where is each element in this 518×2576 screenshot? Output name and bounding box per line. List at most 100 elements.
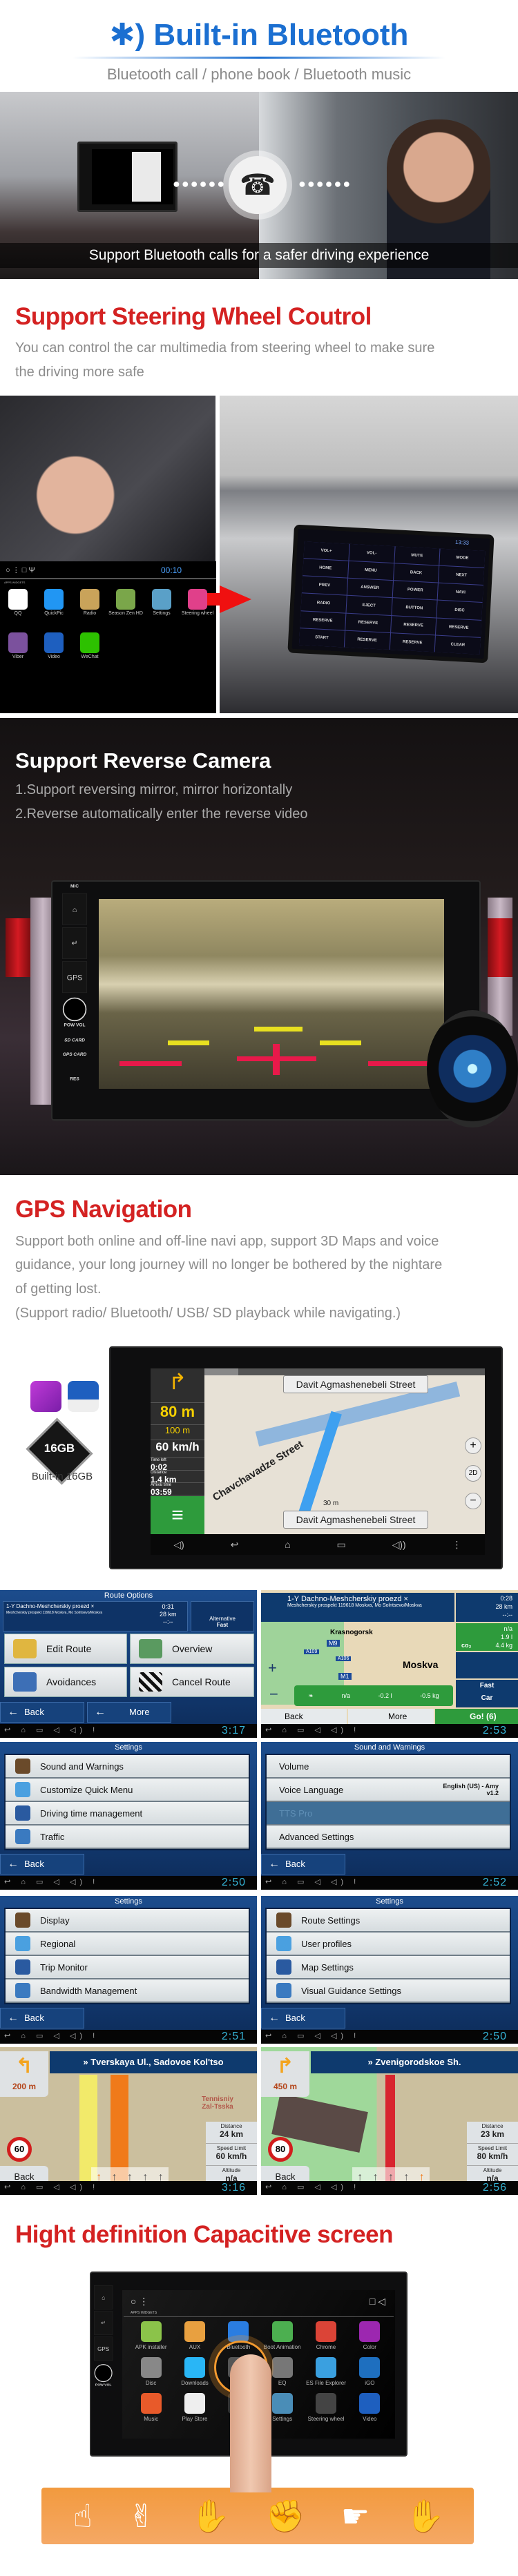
steering-key-button[interactable]: RESERVE (344, 630, 390, 650)
settings-list-item[interactable]: Trip Monitor (6, 1956, 249, 1979)
steering-key-button[interactable]: NAVI (437, 583, 483, 603)
avoidances-button[interactable]: Avoidances (4, 1667, 127, 1697)
app-icon-item[interactable]: Season Zen HD (108, 589, 144, 616)
home-button[interactable]: ⌂ (62, 893, 88, 925)
app-icon-item[interactable]: Downloads (173, 2357, 216, 2386)
steering-key-button[interactable]: BACK (393, 563, 439, 583)
app-icon-item[interactable]: Radio (72, 589, 108, 616)
route-mode-button[interactable]: Fast Car (456, 1680, 518, 1707)
settings-list-item[interactable]: Driving time management (6, 1802, 249, 1826)
nav-bar-button[interactable]: ▭ (337, 1539, 346, 1551)
steering-key-button[interactable]: CLEAR (434, 635, 481, 655)
settings-list-item[interactable]: Visual Guidance Settings (267, 1979, 510, 2003)
gps-card-slot[interactable]: GPS CARD (62, 1052, 87, 1056)
app-icon-item[interactable]: QQ (0, 589, 36, 616)
app-icon-item[interactable]: Play Store (173, 2393, 216, 2422)
settings-list-item[interactable]: Regional (6, 1933, 249, 1956)
app-icon-item[interactable]: ES File Explorer (304, 2357, 347, 2386)
back-button[interactable]: Back (0, 2008, 84, 2028)
steering-key-button[interactable]: RESERVE (436, 618, 482, 637)
steering-key-button[interactable]: VOL+ (303, 541, 349, 561)
steering-key-button[interactable]: RESERVE (390, 632, 436, 652)
settings-list-item[interactable]: User profiles (267, 1933, 510, 1956)
nav-bar-button[interactable]: ↩ (231, 1539, 239, 1551)
back-button[interactable]: ↵ (62, 927, 88, 959)
nav-bar-button[interactable]: ⋮ (452, 1539, 462, 1551)
back-button[interactable]: Back (0, 1854, 84, 1875)
back-button[interactable]: Back (261, 1709, 347, 1724)
back-button[interactable]: Back (261, 1854, 345, 1875)
settings-list-item[interactable]: Traffic (6, 1826, 249, 1849)
steering-key-button[interactable]: NEXT (439, 565, 485, 585)
steering-key-button[interactable]: RESERVE (300, 610, 346, 630)
back-button[interactable]: Back (0, 1702, 84, 1723)
alternative-route-button[interactable]: Alternative Fast (191, 1601, 254, 1631)
settings-list-item[interactable]: Customize Quick Menu (6, 1779, 249, 1802)
steering-key-button[interactable]: EJECT (346, 596, 392, 615)
steering-key-button[interactable]: RADIO (300, 593, 347, 613)
steering-key-button[interactable]: VOL- (349, 543, 395, 563)
more-button[interactable]: More (87, 1702, 171, 1723)
steering-key-button[interactable]: HOME (303, 559, 349, 578)
app-icon-item[interactable]: Chrome (304, 2321, 347, 2350)
app-icon-item[interactable]: Steering wheel (304, 2393, 347, 2422)
overview-button[interactable]: Overview (130, 1634, 254, 1664)
settings-list-item[interactable]: TTS Pro (267, 1802, 510, 1826)
app-icon-item[interactable]: Color (348, 2321, 392, 2350)
settings-list-item[interactable]: Map Settings (267, 1956, 510, 1979)
steering-key-button[interactable]: MODE (439, 548, 486, 568)
settings-list-item[interactable]: Sound and Warnings (6, 1755, 249, 1779)
power-volume-knob[interactable] (94, 2364, 113, 2383)
app-icon-item[interactable]: Viber (0, 632, 36, 659)
edit-route-button[interactable]: Edit Route (4, 1634, 127, 1664)
app-icon-item[interactable]: Disc (129, 2357, 173, 2386)
back-button[interactable]: ↵ (94, 2311, 113, 2335)
back-button[interactable]: Back (261, 2008, 345, 2028)
settings-list-item[interactable]: Route Settings (267, 1909, 510, 1933)
app-icon-item[interactable]: AUX (173, 2321, 216, 2350)
cancel-route-button[interactable]: Cancel Route (130, 1667, 254, 1697)
nav-bar-button[interactable]: ◁)) (392, 1539, 406, 1551)
app-icon-item[interactable]: WeChat (72, 632, 108, 659)
home-button[interactable]: ⌂ (94, 2285, 113, 2309)
gps-button[interactable]: GPS (94, 2336, 113, 2361)
sd-card-slot[interactable]: SD CARD (62, 1038, 87, 1043)
app-icon-item[interactable]: iGO (348, 2357, 392, 2386)
zoom-out-button[interactable]: − (269, 1685, 278, 1703)
settings-list-item[interactable]: Voice Language English (US) - Amy v1.2 (267, 1779, 510, 1802)
nav-bar-button[interactable]: ⌂ (285, 1539, 290, 1550)
nav-bar-button[interactable]: ◁) (173, 1539, 184, 1551)
zoom-out-button[interactable]: − (465, 1493, 481, 1509)
drawer-tabs[interactable]: APPS WIDGETS (131, 2311, 157, 2315)
power-volume-knob[interactable] (62, 997, 87, 1022)
go-button[interactable]: Go! (6) (435, 1709, 518, 1724)
steering-key-button[interactable]: DISC (437, 601, 483, 620)
app-icon-item[interactable]: Video (348, 2393, 392, 2422)
settings-list-item[interactable]: Volume (267, 1755, 510, 1779)
steering-key-button[interactable]: START (298, 628, 345, 648)
steering-key-button[interactable]: ANSWER (347, 579, 393, 598)
settings-list-item[interactable]: Display (6, 1909, 249, 1933)
steering-key-button[interactable]: POWER (392, 581, 439, 600)
more-button[interactable]: More (348, 1709, 434, 1724)
steering-key-button[interactable]: MENU (347, 561, 394, 581)
app-icon-item[interactable]: APK installer (129, 2321, 173, 2350)
zoom-in-button[interactable]: + (268, 1659, 277, 1677)
steering-key-button[interactable]: PREV (301, 576, 347, 596)
gps-button[interactable]: GPS (62, 961, 88, 994)
2d-toggle-button[interactable]: 2D (465, 1465, 481, 1482)
steering-key-button[interactable]: MUTE (394, 546, 440, 565)
steering-key-button[interactable]: RESERVE (345, 613, 391, 632)
app-icon-item[interactable]: QuickPic (36, 589, 72, 616)
settings-list-item[interactable]: Advanced Settings (267, 1826, 510, 1849)
zoom-in-button[interactable]: + (465, 1437, 481, 1454)
steering-key-button[interactable]: BUTTON (391, 598, 437, 618)
steering-key-button[interactable]: RESERVE (390, 615, 437, 635)
launcher-tabs[interactable]: APPS WIDGETS (4, 581, 25, 584)
app-icon-item[interactable]: Video (36, 632, 72, 659)
menu-button[interactable]: ≡ (151, 1496, 204, 1534)
app-icon-item[interactable]: Settings (144, 589, 180, 616)
reset-button[interactable]: RES (62, 1076, 87, 1081)
settings-list-item[interactable]: Bandwidth Management (6, 1979, 249, 2003)
app-icon-item[interactable]: Boot Animation (260, 2321, 304, 2350)
